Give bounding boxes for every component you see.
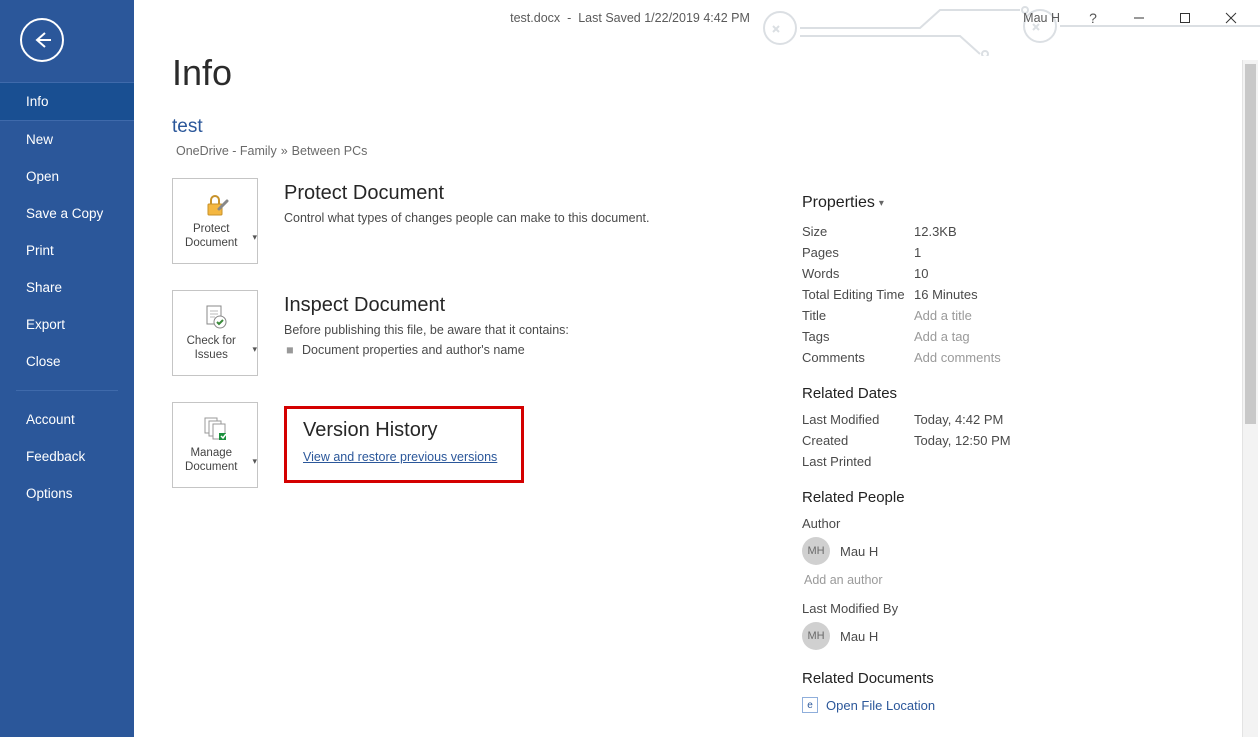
title-bar: test.docx - Last Saved 1/22/2019 4:42 PM…	[0, 0, 1260, 36]
folder-icon: e	[802, 697, 818, 713]
avatar: MH	[802, 622, 830, 650]
date-row: Last ModifiedToday, 4:42 PM	[802, 412, 1260, 427]
sidebar-item-share[interactable]: Share	[0, 269, 134, 306]
properties-dropdown[interactable]: Properties▾	[802, 194, 1260, 212]
manage-document-tile[interactable]: Manage Document▾	[172, 402, 258, 488]
document-name: test	[172, 116, 792, 138]
property-row: Words10	[802, 266, 1260, 281]
date-row: Last Printed	[802, 454, 1260, 469]
protect-title: Protect Document	[284, 182, 650, 205]
check-issues-tile[interactable]: Check for Issues▾	[172, 290, 258, 376]
inspect-title: Inspect Document	[284, 294, 569, 317]
breadcrumb[interactable]: OneDrive - Family»Between PCs	[176, 144, 792, 158]
sidebar-item-print[interactable]: Print	[0, 232, 134, 269]
property-row: Size12.3KB	[802, 224, 1260, 239]
avatar: MH	[802, 537, 830, 565]
related-documents-header: Related Documents	[802, 670, 1260, 687]
add-author-field[interactable]: Add an author	[804, 573, 1260, 587]
related-people-header: Related People	[802, 489, 1260, 506]
protect-document-tile[interactable]: Protect Document▾	[172, 178, 258, 264]
user-name[interactable]: Mau H	[1013, 11, 1070, 25]
version-history-highlight: Version History View and restore previou…	[284, 406, 524, 483]
protect-desc: Control what types of changes people can…	[284, 211, 650, 225]
sidebar-separator	[16, 390, 118, 391]
main-content: Info test OneDrive - Family»Between PCs …	[134, 0, 1260, 737]
property-row[interactable]: TitleAdd a title	[802, 308, 1260, 323]
related-dates-header: Related Dates	[802, 385, 1260, 402]
back-button[interactable]	[20, 18, 64, 62]
minimize-button[interactable]	[1116, 4, 1162, 32]
inspect-desc: Before publishing this file, be aware th…	[284, 323, 569, 337]
view-versions-link[interactable]: View and restore previous versions	[303, 450, 497, 464]
property-row[interactable]: CommentsAdd comments	[802, 350, 1260, 365]
close-button[interactable]	[1208, 4, 1254, 32]
document-check-icon	[201, 303, 229, 331]
vertical-scrollbar[interactable]	[1242, 60, 1258, 737]
author-person[interactable]: MH Mau H	[802, 537, 1260, 565]
sidebar-item-info[interactable]: Info	[0, 82, 134, 121]
backstage-sidebar: InfoNewOpenSave a CopyPrintShareExportCl…	[0, 0, 134, 737]
sidebar-item-export[interactable]: Export	[0, 306, 134, 343]
version-history-title: Version History	[303, 419, 505, 442]
document-title: test.docx - Last Saved 1/22/2019 4:42 PM	[510, 11, 750, 25]
help-button[interactable]: ?	[1070, 4, 1116, 32]
sidebar-item-close[interactable]: Close	[0, 343, 134, 380]
sidebar-item-save-a-copy[interactable]: Save a Copy	[0, 195, 134, 232]
sidebar-item-open[interactable]: Open	[0, 158, 134, 195]
sidebar-item-feedback[interactable]: Feedback	[0, 438, 134, 475]
page-heading: Info	[172, 52, 792, 94]
sidebar-item-new[interactable]: New	[0, 121, 134, 158]
properties-panel: Properties▾ Size12.3KB Pages1 Words10 Total…	[792, 52, 1260, 737]
inspect-item: ■Document properties and author's name	[284, 343, 569, 357]
lock-icon	[201, 191, 229, 219]
property-row: Total Editing Time16 Minutes	[802, 287, 1260, 302]
property-row[interactable]: TagsAdd a tag	[802, 329, 1260, 344]
modified-by-person[interactable]: MH Mau H	[802, 622, 1260, 650]
maximize-button[interactable]	[1162, 4, 1208, 32]
open-file-location-link[interactable]: e Open File Location	[802, 697, 1260, 713]
date-row: CreatedToday, 12:50 PM	[802, 433, 1260, 448]
property-row: Pages1	[802, 245, 1260, 260]
sidebar-item-options[interactable]: Options	[0, 475, 134, 512]
documents-icon	[201, 415, 229, 443]
sidebar-item-account[interactable]: Account	[0, 401, 134, 438]
